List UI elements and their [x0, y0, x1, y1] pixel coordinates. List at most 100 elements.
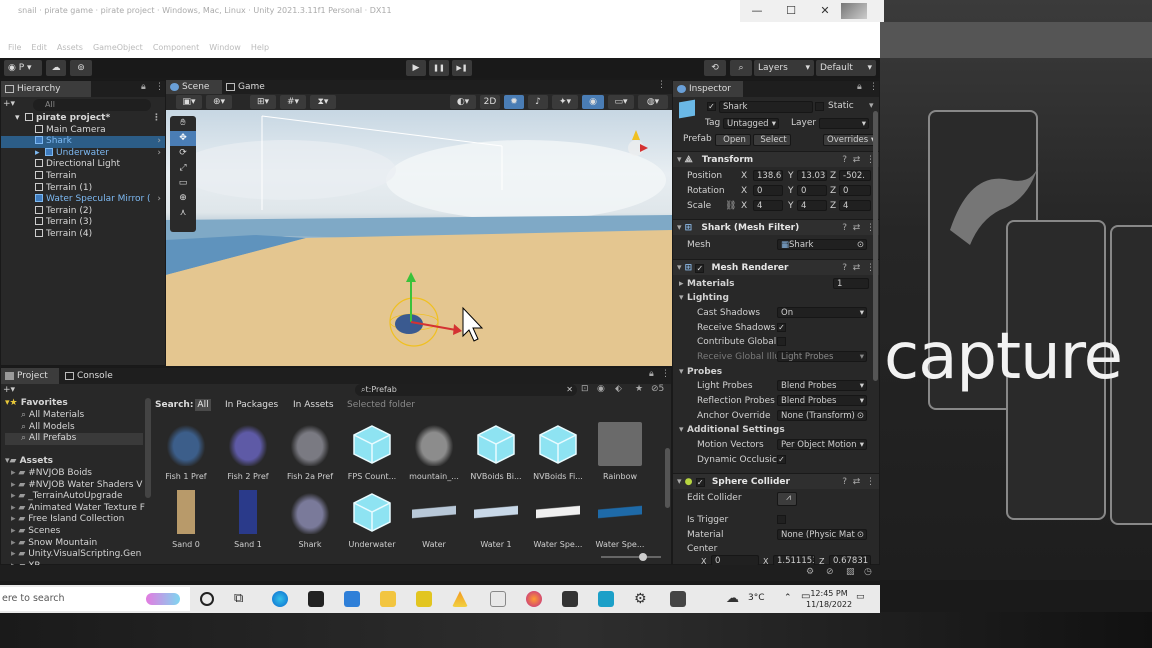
- collab-status-icon[interactable]: ⊘: [826, 567, 834, 577]
- thumbnail-size-slider[interactable]: [601, 553, 661, 561]
- rotation-z-input[interactable]: 0: [839, 185, 871, 196]
- play-button[interactable]: ▶: [406, 60, 426, 76]
- asset-item[interactable]: mountain_...: [405, 422, 463, 481]
- center-z-input[interactable]: 0.67831: [829, 555, 871, 565]
- gizmos-dropdown[interactable]: ◍▾: [638, 95, 668, 109]
- favorite-item[interactable]: ⌕ All Models: [5, 422, 75, 434]
- component-menu-icons[interactable]: ? ⇄ ⋮: [842, 260, 875, 276]
- debug-icon[interactable]: ⚙: [806, 567, 814, 577]
- position-x-input[interactable]: 138.6: [753, 170, 783, 181]
- reflection-probes-dropdown[interactable]: Blend Probes ▾: [777, 395, 867, 406]
- unity-editor-icon[interactable]: [670, 591, 686, 607]
- active-checkbox[interactable]: ✓: [707, 102, 716, 111]
- file-explorer-icon[interactable]: [380, 591, 396, 607]
- menu-file[interactable]: File: [8, 43, 21, 52]
- menu-window[interactable]: Window: [209, 43, 241, 52]
- component-menu-icons[interactable]: ? ⇄ ⋮: [842, 474, 875, 490]
- app-icon[interactable]: [416, 591, 432, 607]
- asset-item[interactable]: Fish 2 Pref: [219, 422, 277, 481]
- grid-dropdown[interactable]: #▾: [280, 95, 306, 109]
- scale-z-input[interactable]: 4: [839, 200, 871, 211]
- 2d-toggle[interactable]: 2D: [480, 95, 500, 109]
- tab-scene[interactable]: Scene: [166, 80, 222, 94]
- collider-material-field[interactable]: None (Physic Mat ⊙: [777, 529, 867, 540]
- asset-item[interactable]: FPS Count...: [343, 422, 401, 481]
- asset-item[interactable]: Sand 0: [157, 490, 215, 549]
- hand-tool-icon[interactable]: ✋︎: [170, 116, 196, 131]
- scale-y-input[interactable]: 4: [797, 200, 827, 211]
- pause-button[interactable]: ❚❚: [429, 60, 449, 76]
- more-icon[interactable]: ⋮: [657, 80, 666, 90]
- tab-game[interactable]: Game: [222, 80, 274, 94]
- account-button[interactable]: ◉ P ▾: [4, 60, 42, 76]
- transform-tool-icon[interactable]: ⊕: [170, 191, 196, 206]
- hierarchy-item[interactable]: ▸ Underwater ›: [1, 147, 165, 160]
- asset-item[interactable]: Water Spe...: [591, 490, 649, 549]
- component-menu-icons[interactable]: ? ⇄ ⋮: [842, 152, 875, 168]
- menu-gameobject[interactable]: GameObject: [93, 43, 143, 52]
- tab-inspector[interactable]: Inspector: [673, 81, 743, 97]
- receive-gi-dropdown[interactable]: Light Probes ▾: [777, 351, 867, 362]
- hierarchy-item[interactable]: Terrain: [1, 171, 165, 183]
- shading-dropdown[interactable]: ◐▾: [450, 95, 476, 109]
- chevron-right-icon[interactable]: ›: [157, 148, 161, 160]
- hierarchy-item[interactable]: Water Specular Mirror (›: [1, 194, 165, 206]
- asset-scrollbar[interactable]: [665, 448, 670, 508]
- lighting-foldout[interactable]: ▾ Lighting: [673, 291, 879, 305]
- slider-knob[interactable]: [639, 553, 647, 561]
- hierarchy-item[interactable]: Terrain (1): [1, 182, 165, 195]
- favorite-star-icon[interactable]: ★: [635, 384, 643, 394]
- more-icon[interactable]: ⋮: [155, 82, 164, 92]
- motion-vectors-dropdown[interactable]: Per Object Motion ▾: [777, 439, 867, 450]
- sphere-collider-header[interactable]: ▾ ● ✓ Sphere Collider ? ⇄ ⋮: [673, 473, 879, 489]
- mesh-renderer-enabled-checkbox[interactable]: ✓: [695, 264, 705, 273]
- folder-item[interactable]: ▸ ▰ _TerrainAutoUpgrade: [5, 491, 123, 503]
- hierarchy-item[interactable]: Terrain (2): [1, 205, 165, 218]
- menu-component[interactable]: Component: [153, 43, 199, 52]
- edit-collider-button[interactable]: ⩘: [777, 492, 797, 506]
- additional-settings-foldout[interactable]: ▾ Additional Settings: [673, 423, 879, 437]
- contribute-gi-checkbox[interactable]: [777, 337, 786, 346]
- folder-item[interactable]: ▸ ▰ #NVJOB Water Shaders V: [5, 480, 142, 492]
- rotation-x-input[interactable]: 0: [753, 185, 783, 196]
- effects-dropdown[interactable]: ✦▾: [552, 95, 578, 109]
- folder-item[interactable]: ▸ ▰ Scenes: [5, 526, 60, 538]
- menu-edit[interactable]: Edit: [31, 43, 47, 52]
- asset-item[interactable]: Water Spe...: [529, 490, 587, 549]
- history-icon[interactable]: ⟲: [704, 60, 726, 76]
- add-button[interactable]: +▾: [3, 99, 21, 111]
- overrides-dropdown[interactable]: Overrides ▾: [823, 134, 877, 146]
- materials-row[interactable]: ▸ Materials 1: [673, 277, 879, 291]
- increment-snap-dropdown[interactable]: ⧗▾: [310, 95, 336, 109]
- folder-item[interactable]: ▸ ▰ Free Island Collection: [5, 514, 124, 526]
- component-menu-icons[interactable]: ? ⇄ ⋮: [842, 220, 875, 236]
- cast-shadows-dropdown[interactable]: On ▾: [777, 307, 867, 318]
- favorites-header[interactable]: ▾★ Favorites: [5, 398, 68, 410]
- grid-snap-dropdown[interactable]: ⊞▾: [250, 95, 276, 109]
- open-prefab-button[interactable]: Open: [715, 134, 751, 146]
- folder-item[interactable]: ▸ ▰ Unity.VisualScripting.Gen: [5, 549, 141, 561]
- camera-dropdown[interactable]: ▭▾: [608, 95, 634, 109]
- asset-item[interactable]: NVBoids Bi...: [467, 422, 525, 481]
- lock-icon[interactable]: 🔒︎: [141, 82, 146, 92]
- asset-item[interactable]: NVBoids Fi...: [529, 422, 587, 481]
- folder-item[interactable]: ▸ ▰ #NVJOB Boids: [5, 468, 92, 480]
- is-trigger-checkbox[interactable]: [777, 515, 786, 524]
- chevron-right-icon[interactable]: ›: [157, 136, 161, 148]
- clear-icon[interactable]: ✕: [566, 384, 573, 396]
- asset-item[interactable]: Water: [405, 490, 463, 549]
- more-icon[interactable]: ⋮: [152, 113, 161, 125]
- scene-viewport[interactable]: ✋︎ ✥ ⟳ ⤢ ▭ ⊕ ⋏: [166, 110, 672, 366]
- favorite-item[interactable]: ⌕ All Prefabs: [5, 433, 143, 445]
- hidden-objects-toggle[interactable]: ◉: [582, 95, 604, 109]
- taskbar-search-input[interactable]: ere to search: [0, 587, 190, 611]
- center-y-input[interactable]: 1.511153: [773, 555, 815, 565]
- hierarchy-item[interactable]: Terrain (4): [1, 229, 165, 241]
- vlc-icon[interactable]: [452, 591, 468, 607]
- link-icon[interactable]: ⛓︎: [725, 199, 736, 213]
- rotate-tool-icon[interactable]: ⟳: [170, 146, 196, 161]
- layers-dropdown[interactable]: Layers ▾: [754, 60, 814, 76]
- layer-dropdown[interactable]: ▾: [819, 118, 869, 129]
- search-icon[interactable]: ⌕: [730, 60, 752, 76]
- close-button[interactable]: ✕: [808, 0, 842, 22]
